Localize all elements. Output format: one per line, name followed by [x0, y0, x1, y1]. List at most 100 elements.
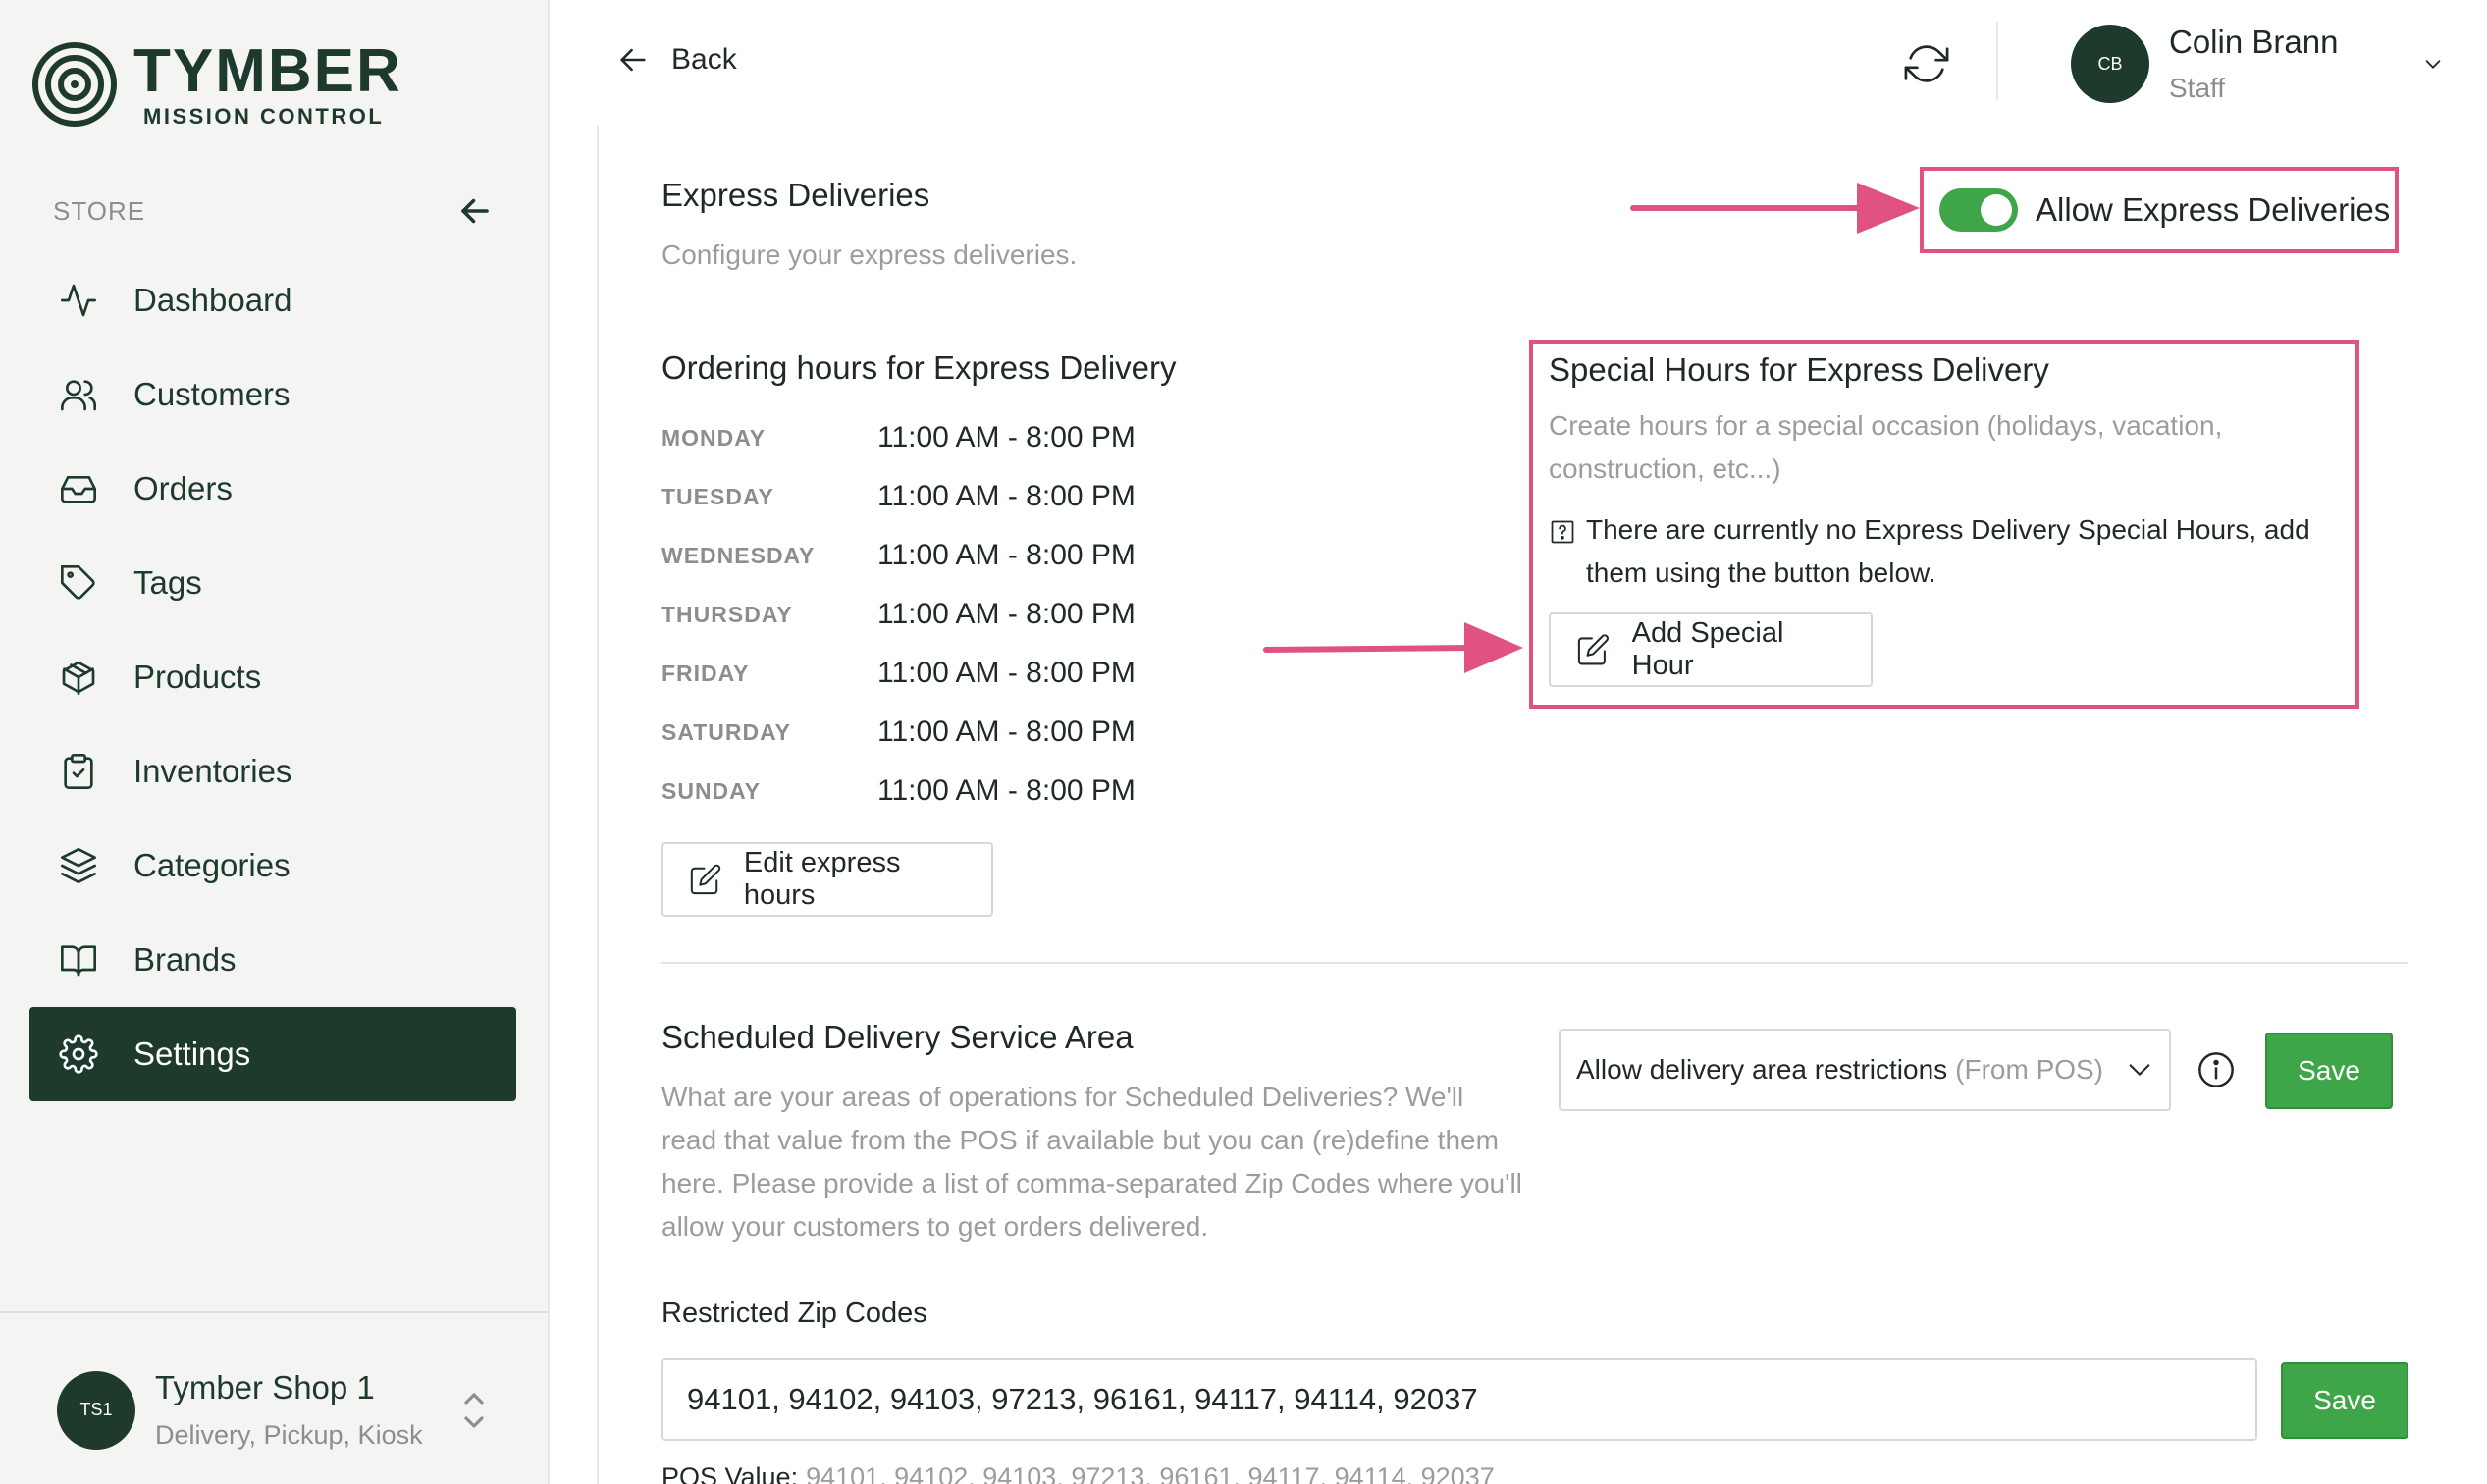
allow-express-label: Allow Express Deliveries	[2036, 191, 2391, 228]
sidebar-nav: Dashboard Customers Orders Tags Products	[29, 253, 516, 1101]
save-zip-codes-button[interactable]: Save	[2281, 1362, 2408, 1439]
express-deliveries-title: Express Deliveries	[661, 177, 930, 213]
sidebar-item-settings[interactable]: Settings	[29, 1007, 516, 1101]
help-icon	[1551, 520, 1574, 544]
time-range: 11:00 AM - 8:00 PM	[877, 480, 1136, 512]
logo-title: TYMBER	[133, 37, 402, 105]
logo-subtitle: MISSION CONTROL	[143, 104, 385, 129]
sidebar-item-label: Orders	[133, 470, 233, 506]
special-hours-empty-message: There are currently no Express Delivery …	[1586, 514, 2310, 588]
list-item: TUESDAY 11:00 AM - 8:00 PM	[661, 467, 1250, 526]
edit-icon	[690, 864, 721, 895]
tymber-logo[interactable]: TYMBER MISSION CONTROL	[31, 41, 402, 128]
allow-express-highlight: Allow Express Deliveries	[1920, 167, 2399, 253]
sidebar-divider	[0, 1311, 548, 1313]
topbar-separator	[1996, 22, 1998, 100]
sidebar-item-label: Customers	[133, 376, 291, 412]
refresh-button[interactable]	[1904, 41, 1949, 86]
sidebar-item-customers[interactable]: Customers	[29, 347, 516, 442]
restricted-zip-input[interactable]	[661, 1358, 2257, 1441]
special-hours-empty-state: There are currently no Express Delivery …	[1549, 508, 2344, 595]
user-name: Colin Brann	[2169, 24, 2339, 60]
sidebar-item-label: Brands	[133, 941, 237, 978]
scheduled-area-description: What are your areas of operations for Sc…	[661, 1082, 1522, 1242]
day-label: THURSDAY	[661, 601, 793, 627]
gear-icon	[57, 1033, 100, 1076]
list-item: MONDAY 11:00 AM - 8:00 PM	[661, 408, 1250, 467]
time-range: 11:00 AM - 8:00 PM	[877, 716, 1136, 748]
special-hours-highlight: Special Hours for Express Delivery Creat…	[1529, 340, 2359, 709]
time-range: 11:00 AM - 8:00 PM	[877, 421, 1136, 453]
sidebar-item-label: Tags	[133, 564, 202, 601]
sidebar-item-label: Dashboard	[133, 282, 292, 318]
section-divider	[661, 962, 2408, 964]
add-special-hour-label: Add Special Hour	[1631, 617, 1784, 681]
edit-express-hours-label: Edit express hours	[743, 847, 901, 911]
day-label: WEDNESDAY	[661, 542, 816, 568]
sidebar-item-orders[interactable]: Orders	[29, 442, 516, 536]
edit-express-hours-button[interactable]: Edit express hours	[661, 842, 993, 917]
sidebar-item-brands[interactable]: Brands	[29, 913, 516, 1007]
edit-icon	[1577, 634, 1609, 665]
list-item: SUNDAY 11:00 AM - 8:00 PM	[661, 762, 1250, 821]
list-item: FRIDAY 11:00 AM - 8:00 PM	[661, 644, 1250, 703]
activity-icon	[57, 279, 100, 322]
special-hours-title: Special Hours for Express Delivery	[1549, 351, 2049, 388]
sidebar-item-tags[interactable]: Tags	[29, 536, 516, 630]
save-area-restriction-button[interactable]: Save	[2265, 1033, 2393, 1109]
top-bar: Back CB Colin Brann Staff	[550, 0, 2487, 126]
pos-value: POS Value: 94101, 94102, 94103, 97213, 96…	[661, 1462, 1495, 1484]
select-value: Allow delivery area restrictions	[1576, 1054, 1948, 1085]
ordering-hours-title: Ordering hours for Express Delivery	[661, 349, 1177, 386]
list-item: WEDNESDAY 11:00 AM - 8:00 PM	[661, 526, 1250, 585]
day-label: TUESDAY	[661, 483, 774, 509]
collapse-sidebar-button[interactable]	[455, 191, 495, 231]
store-section-label: STORE	[53, 195, 146, 226]
scheduled-area-title: Scheduled Delivery Service Area	[661, 1019, 1134, 1055]
avatar: CB	[2071, 25, 2149, 103]
book-icon	[57, 938, 100, 981]
toggle-knob	[1981, 194, 2012, 226]
tag-icon	[57, 561, 100, 605]
special-hours-subtitle: Create hours for a special occasion (hol…	[1549, 410, 2223, 484]
inbox-icon	[57, 467, 100, 510]
day-label: MONDAY	[661, 424, 767, 450]
sidebar-item-label: Inventories	[133, 753, 292, 789]
day-label: SUNDAY	[661, 777, 762, 804]
day-label: FRIDAY	[661, 660, 750, 686]
time-range: 11:00 AM - 8:00 PM	[877, 774, 1136, 807]
sidebar-item-dashboard[interactable]: Dashboard	[29, 253, 516, 347]
chevron-up-down-icon[interactable]	[459, 1386, 489, 1435]
arrow-left-icon	[620, 48, 646, 72]
day-label: SATURDAY	[661, 718, 791, 745]
shop-avatar: TS1	[57, 1370, 135, 1450]
back-button[interactable]: Back	[616, 43, 737, 77]
sidebar-item-categories[interactable]: Categories	[29, 819, 516, 913]
restricted-zip-label: Restricted Zip Codes	[661, 1298, 927, 1329]
delivery-area-restriction-select[interactable]: Allow delivery area restrictions (From P…	[1559, 1029, 2171, 1111]
sidebar-item-products[interactable]: Products	[29, 630, 516, 724]
back-label: Back	[671, 43, 737, 76]
annotation-arrow	[1263, 622, 1523, 673]
users-icon	[57, 373, 100, 416]
user-role: Staff	[2169, 73, 2226, 103]
shop-name: Tymber Shop 1	[155, 1369, 375, 1405]
user-menu[interactable]: CB Colin Brann Staff	[2071, 24, 2444, 104]
layers-icon	[57, 844, 100, 887]
sidebar-item-label: Settings	[133, 1035, 251, 1072]
annotation-arrow	[1630, 183, 1920, 234]
ordering-hours-list: MONDAY 11:00 AM - 8:00 PM TUESDAY 11:00 …	[661, 408, 1250, 821]
time-range: 11:00 AM - 8:00 PM	[877, 539, 1136, 571]
list-item: THURSDAY 11:00 AM - 8:00 PM	[661, 585, 1250, 644]
arrow-left-icon	[461, 198, 489, 224]
info-icon[interactable]	[2196, 1050, 2236, 1089]
sidebar-item-label: Categories	[133, 847, 291, 883]
add-special-hour-button[interactable]: Add Special Hour	[1549, 612, 1873, 687]
sidebar-item-inventories[interactable]: Inventories	[29, 724, 516, 819]
allow-express-toggle[interactable]	[1939, 188, 2018, 232]
chevron-down-icon	[2129, 1064, 2150, 1076]
shop-switcher[interactable]: TS1 Tymber Shop 1 Delivery, Pickup, Kios…	[57, 1369, 489, 1451]
chevron-down-icon	[2425, 60, 2441, 69]
select-hint: (From POS)	[1955, 1054, 2104, 1085]
time-range: 11:00 AM - 8:00 PM	[877, 657, 1136, 689]
